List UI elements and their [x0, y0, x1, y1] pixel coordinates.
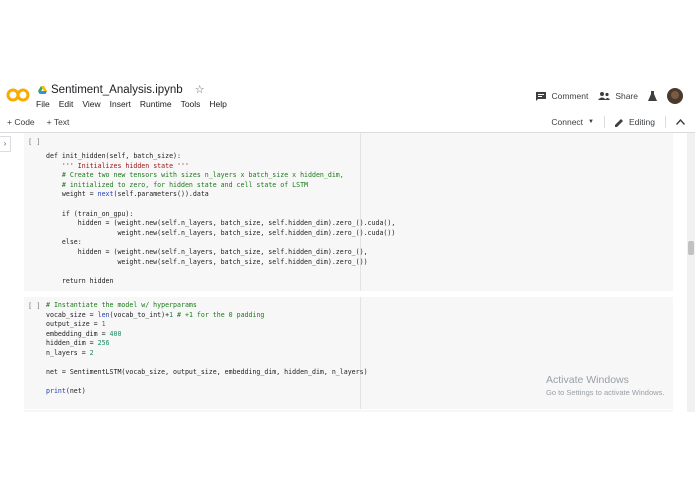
scrollbar-thumb[interactable]	[688, 241, 694, 255]
editing-label: Editing	[629, 117, 655, 127]
code-line: print(net)	[46, 387, 86, 396]
add-code-button[interactable]: + Code	[7, 117, 35, 127]
chevron-up-icon[interactable]	[676, 119, 685, 125]
menu-help[interactable]: Help	[209, 99, 226, 109]
code-line: else:	[46, 238, 82, 247]
star-icon[interactable]: ☆	[195, 83, 205, 96]
pencil-icon	[615, 118, 623, 127]
google-drive-icon	[38, 85, 47, 94]
colab-app: Sentiment_Analysis.ipynb ☆ File Edit Vie…	[0, 78, 695, 412]
notebook-title[interactable]: Sentiment_Analysis.ipynb ☆	[38, 83, 205, 96]
code-line: # Instantiate the model w/ hyperparams	[46, 301, 197, 309]
header-actions: Comment Share	[536, 88, 683, 104]
menu-insert[interactable]: Insert	[110, 99, 131, 109]
menu-runtime[interactable]: Runtime	[140, 99, 172, 109]
menu-file[interactable]: File	[36, 99, 50, 109]
run-cell-button[interactable]: [ ]	[28, 302, 41, 310]
editing-mode-button[interactable]: Editing	[615, 117, 655, 127]
notebook-toolbar: + Code + Text Connect ▼ Editing	[0, 114, 695, 133]
code-line: embedding_dim = 400	[46, 329, 122, 338]
notebook-content: › [ ] def init_hidden(self, batch_size):…	[0, 133, 695, 412]
colab-logo[interactable]	[6, 88, 30, 107]
chevron-right-icon: ›	[3, 139, 7, 148]
vertical-scrollbar[interactable]	[687, 133, 695, 412]
code-line: # initialized to zero, for hidden state …	[61, 180, 309, 189]
menu-tools[interactable]: Tools	[181, 99, 201, 109]
sidebar-toggle[interactable]: ›	[0, 136, 11, 152]
code-line: net = SentimentLSTM(vocab_size, output_s…	[46, 368, 368, 377]
run-cell-button[interactable]: [ ]	[28, 138, 41, 146]
connect-button[interactable]: Connect ▼	[551, 117, 594, 127]
connect-label: Connect	[551, 117, 584, 127]
code-line: hidden = (weight.new(self.n_layers, batc…	[46, 247, 368, 256]
app-header: Sentiment_Analysis.ipynb ☆ File Edit Vie…	[0, 78, 695, 114]
code-line: hidden_dim = 256	[46, 339, 110, 348]
toolbar-right: Connect ▼ Editing	[551, 116, 685, 128]
comment-icon	[536, 91, 547, 101]
code-cell[interactable]: [ ] def init_hidden(self, batch_size): '…	[24, 133, 673, 291]
comment-label: Comment	[551, 91, 589, 101]
notebook-title-text[interactable]: Sentiment_Analysis.ipynb	[51, 84, 183, 96]
toolbar-divider	[604, 116, 605, 128]
code-line: weight.new(self.n_layers, batch_size, se…	[46, 228, 396, 237]
add-text-button[interactable]: + Text	[47, 117, 70, 127]
toolbar-left: + Code + Text	[7, 117, 69, 127]
code-line: n_layers = 2	[46, 348, 94, 357]
comment-button[interactable]: Comment	[536, 91, 588, 101]
avatar[interactable]	[667, 88, 683, 104]
code-line: weight.new(self.n_layers, batch_size, se…	[46, 257, 368, 266]
code-editor[interactable]: # Instantiate the model w/ hyperparams vo…	[46, 301, 368, 397]
activate-windows-watermark: Activate Windows Go to Settings to activ…	[546, 374, 664, 397]
code-line: def init_hidden(self, batch_size):	[46, 152, 181, 160]
share-button[interactable]: Share	[598, 91, 638, 101]
menu-view[interactable]: View	[82, 99, 100, 109]
caret-down-icon: ▼	[588, 119, 594, 125]
share-label: Share	[615, 91, 638, 101]
code-line: return hidden	[46, 276, 114, 285]
menu-edit[interactable]: Edit	[59, 99, 74, 109]
output-cell	[24, 410, 673, 412]
code-line: weight = next(self.parameters()).data	[46, 190, 209, 199]
share-icon	[598, 92, 611, 100]
code-line: if (train_on_gpu):	[46, 209, 134, 218]
watermark-title: Activate Windows	[546, 374, 629, 386]
code-line: # Create two new tensors with sizes n_la…	[61, 171, 344, 180]
code-editor[interactable]: def init_hidden(self, batch_size): ''' I…	[46, 152, 395, 286]
code-line: hidden = (weight.new(self.n_layers, batc…	[46, 219, 396, 228]
code-line: ''' Initializes hidden state '''	[61, 161, 189, 170]
menu-bar: File Edit View Insert Runtime Tools Help	[36, 99, 227, 109]
flask-icon[interactable]	[648, 91, 657, 101]
code-line: output_size = 1	[46, 320, 106, 329]
code-line: vocab_size = len(vocab_to_int)+1 # +1 fo…	[46, 310, 265, 319]
watermark-subtitle: Go to Settings to activate Windows.	[546, 388, 665, 397]
toolbar-divider-2	[665, 116, 666, 128]
